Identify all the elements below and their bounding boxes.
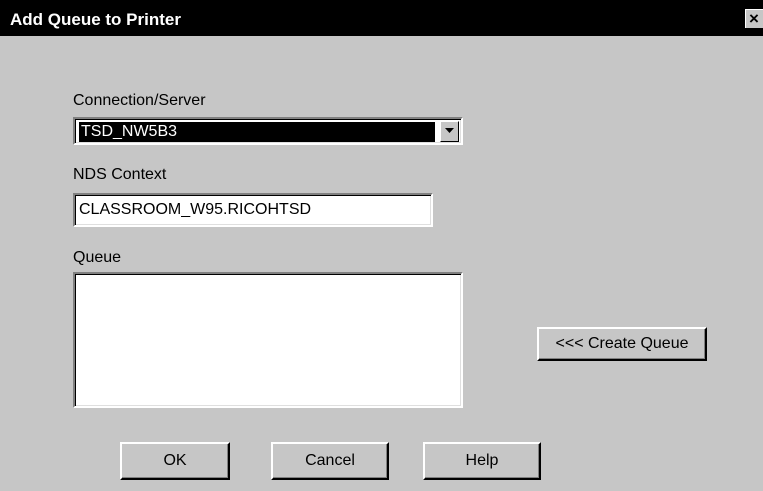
nds-context-label: NDS Context: [73, 166, 167, 183]
nds-context-input[interactable]: CLASSROOM_W95.RICOHTSD: [73, 193, 433, 227]
window-title: Add Queue to Printer: [10, 10, 181, 29]
help-label: Help: [465, 452, 499, 469]
connection-server-combobox[interactable]: TSD_NW5B3: [73, 117, 463, 145]
connection-server-value: TSD_NW5B3: [79, 122, 435, 142]
ok-label: OK: [163, 452, 187, 469]
queue-listbox[interactable]: [73, 272, 463, 408]
create-queue-label: <<< Create Queue: [555, 335, 689, 352]
nds-context-value: CLASSROOM_W95.RICOHTSD: [79, 201, 312, 218]
title-bar[interactable]: Add Queue to Printer ×: [0, 0, 763, 36]
help-button[interactable]: Help: [423, 442, 541, 480]
close-icon[interactable]: ×: [745, 9, 763, 28]
cancel-label: Cancel: [305, 452, 355, 469]
cancel-button[interactable]: Cancel: [271, 442, 389, 480]
connection-server-label: Connection/Server: [73, 92, 206, 109]
queue-label: Queue: [73, 249, 122, 266]
dropdown-button[interactable]: [440, 121, 459, 142]
create-queue-button[interactable]: <<< Create Queue: [537, 327, 707, 361]
ok-button[interactable]: OK: [120, 442, 230, 480]
chevron-down-icon: [445, 128, 454, 133]
